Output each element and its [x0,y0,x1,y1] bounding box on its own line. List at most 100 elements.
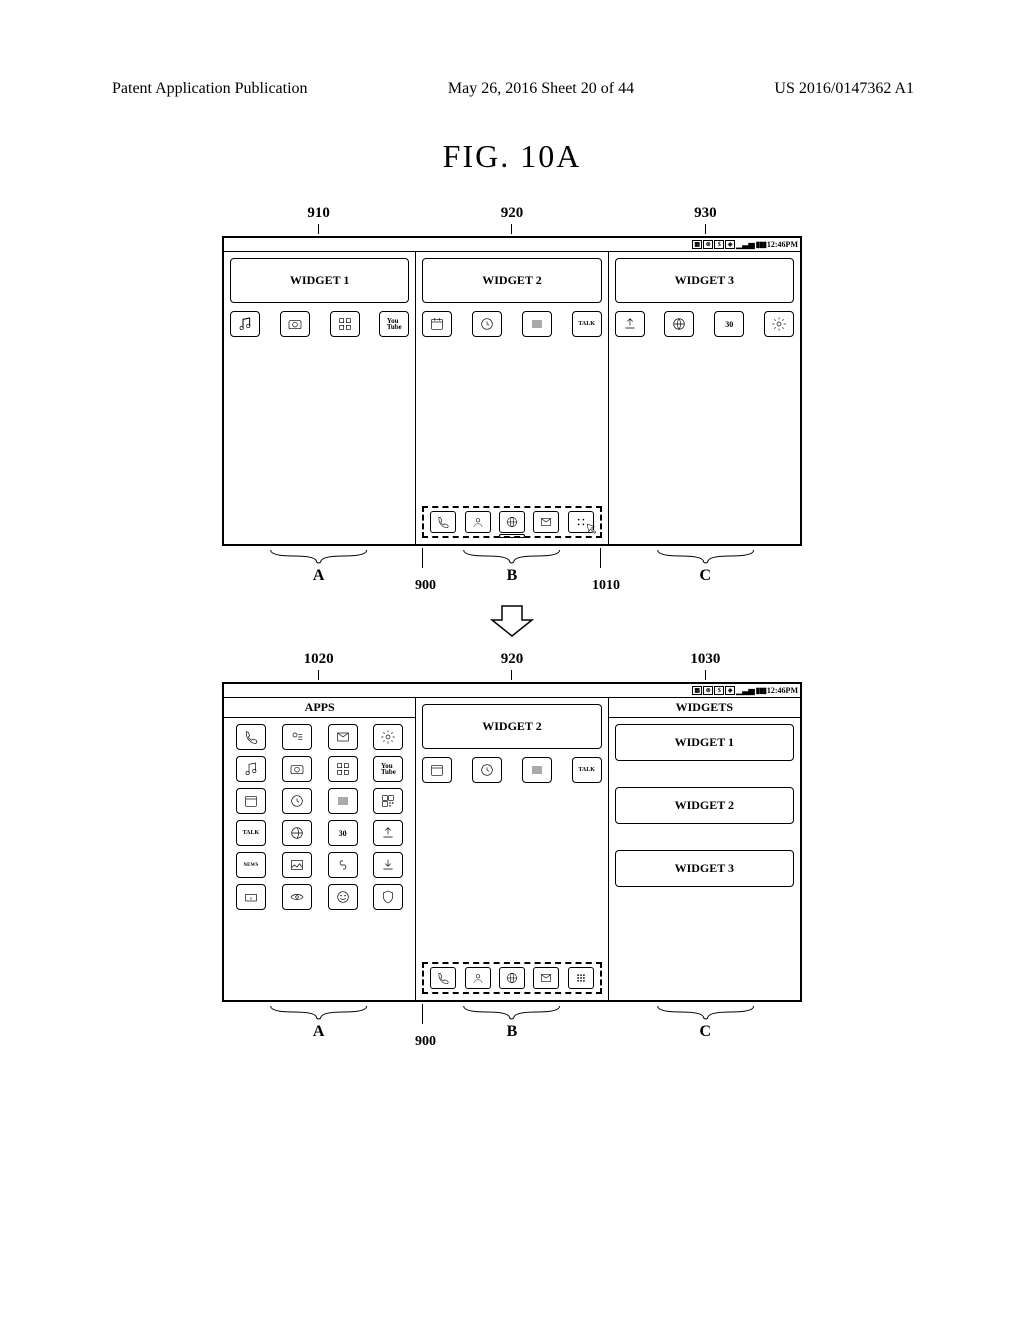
status-icon: ▦ [692,686,702,695]
barcode-icon[interactable] [522,311,552,337]
upload-icon[interactable] [615,311,645,337]
battery-icon: ▮▮▮ [756,240,766,249]
device-top: ▦ ⊚ $ ◈ ▁▃▅ ▮▮▮ 12:46PM WIDGET 1 You Tub… [222,236,802,546]
phone-icon[interactable] [430,967,456,989]
ref-1010-line [600,548,601,568]
widget-3-box[interactable]: WIDGET 3 [615,258,794,303]
news-icon[interactable]: NEWS [236,852,266,878]
settings-icon[interactable] [764,311,794,337]
wifi-icon: ⊚ [703,686,713,695]
clock-icon[interactable] [282,788,312,814]
status-icon: ▦ [692,240,702,249]
mail-icon[interactable] [533,967,559,989]
globe-icon[interactable] [664,311,694,337]
header-center: May 26, 2016 Sheet 20 of 44 [448,80,634,98]
calendar-icon[interactable] [422,757,452,783]
battery-icon: ▮▮▮ [756,686,766,695]
clock-icon[interactable] [472,757,502,783]
ref-910: 910 [222,205,415,222]
barcode-icon[interactable] [522,757,552,783]
mail-icon[interactable] [328,724,358,750]
link-icon[interactable] [328,852,358,878]
talk-icon[interactable]: TALK [572,757,602,783]
brace-c: C [609,567,802,585]
shield-icon[interactable] [373,884,403,910]
calendar-icon[interactable] [236,788,266,814]
globe-icon[interactable] [282,820,312,846]
widgets-header: WIDGETS [609,698,800,718]
bt-icon: $ [714,240,724,249]
youtube-icon[interactable]: You Tube [379,311,409,337]
status-bar: ▦ ⊚ $ ◈ ▁▃▅ ▮▮▮ 12:46PM [224,238,800,252]
money-icon[interactable]: $ [236,884,266,910]
panel-a-bottom: APPS You Tube TAL [224,698,416,1000]
music-icon[interactable] [236,756,266,782]
widget-c2[interactable]: WIDGET 2 [615,787,794,824]
phone-icon[interactable] [236,724,266,750]
brace-b: B [415,567,608,585]
talk-icon[interactable]: TALK [236,820,266,846]
apps-icon[interactable] [568,967,594,989]
camera-icon[interactable] [282,756,312,782]
phone-icon[interactable] [430,511,456,533]
signal-icon: ▁▃▅ [736,686,754,695]
browser-icon[interactable] [499,967,525,989]
settings-icon[interactable] [373,724,403,750]
cal30-icon[interactable]: 30 [714,311,744,337]
panel-c-bottom: WIDGETS WIDGET 1 WIDGET 2 WIDGET 3 [609,698,800,1000]
device-bottom: ▦ ⊚ $ ◈ ▁▃▅ ▮▮▮ 12:46PM APPS [222,682,802,1002]
page-header: Patent Application Publication May 26, 2… [0,0,1024,108]
contacts-icon[interactable] [465,511,491,533]
download-icon[interactable] [373,852,403,878]
ref-930: 930 [609,205,802,222]
wifi-icon: ⊚ [703,240,713,249]
brace-c-b: C [609,1023,802,1041]
header-right: US 2016/0147362 A1 [774,80,914,98]
panel-a-top: WIDGET 1 You Tube [224,252,416,544]
brace-row-top: A B C [222,548,802,588]
ref-920b: 920 [415,651,608,668]
ref-numbers-bottom: 1020 920 1030 [222,651,802,668]
panel-b-top: WIDGET 2 TALK [416,252,608,544]
widget-2-box[interactable]: WIDGET 2 [422,258,601,303]
brace-row-bottom: A B C [222,1004,802,1044]
youtube-icon[interactable]: You Tube [373,756,403,782]
camera-icon[interactable] [280,311,310,337]
brace-a: A [222,567,415,585]
apps-grid: You Tube TALK 30 NEWS [230,724,409,910]
ref-900-bottom: 900 [415,1034,436,1050]
eye-icon[interactable] [282,884,312,910]
barcode-icon[interactable] [328,788,358,814]
music-icon[interactable] [230,311,260,337]
svg-text:$: $ [250,897,252,901]
cal30-icon[interactable]: 30 [328,820,358,846]
widget-c3[interactable]: WIDGET 3 [615,850,794,887]
qr-icon[interactable] [373,788,403,814]
smile-icon[interactable] [328,884,358,910]
brace-a-b: A [222,1023,415,1041]
upload-icon[interactable] [373,820,403,846]
contacts-icon[interactable] [465,967,491,989]
brace-b-b: B [415,1023,608,1041]
ref-1030: 1030 [609,651,802,668]
figure-bottom-group: 1020 920 1030 ▦ ⊚ $ ◈ ▁▃▅ ▮▮▮ 12:46PM AP… [222,651,802,1044]
widget-1-box[interactable]: WIDGET 1 [230,258,409,303]
down-arrow [0,602,1024,643]
widget-c1[interactable]: WIDGET 1 [615,724,794,761]
apps-grid-icon[interactable] [328,756,358,782]
widget-2b-box[interactable]: WIDGET 2 [422,704,601,749]
clock-b: 12:46PM [767,686,798,695]
mail-icon[interactable] [533,511,559,533]
clock-icon[interactable] [472,311,502,337]
panel-b-bottom: WIDGET 2 TALK [416,698,608,1000]
browser-icon[interactable] [499,511,525,533]
apps-icon[interactable] [568,511,594,533]
calendar-icon[interactable] [422,311,452,337]
talk-icon[interactable]: TALK [572,311,602,337]
clock: 12:46PM [767,240,798,249]
contacts-icon[interactable] [282,724,312,750]
ref-900-top: 900 [415,578,436,594]
apps-grid-icon[interactable] [330,311,360,337]
header-left: Patent Application Publication [112,80,308,98]
gallery-icon[interactable] [282,852,312,878]
